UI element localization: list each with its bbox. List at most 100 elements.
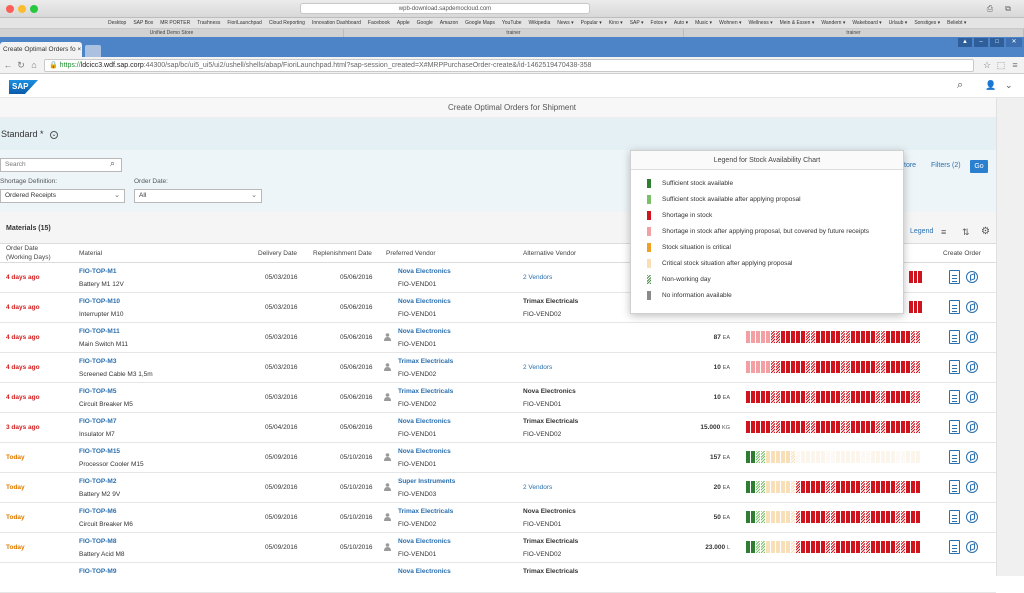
menu-icon[interactable]: ≡ xyxy=(1010,60,1020,71)
table-row[interactable]: Today FIO-TOP-M2 Battery M2 9V 05/09/2016 05… xyxy=(0,473,996,503)
preferred-vendor-link[interactable]: Nova Electronics xyxy=(398,418,451,425)
create-order-icon[interactable] xyxy=(949,450,960,464)
table-row[interactable]: 4 days ago FIO-TOP-M5 Circuit Breaker M5 05… xyxy=(0,383,996,413)
search-icon[interactable]: ⌕ xyxy=(110,158,115,169)
create-order-icon[interactable] xyxy=(949,330,960,344)
shortage-definition-select[interactable]: Ordered Receipts ⌄ xyxy=(0,189,125,203)
group-icon[interactable]: ⇅ xyxy=(962,227,970,238)
col-preferred-vendor[interactable]: Preferred Vendor xyxy=(386,250,436,257)
search-input[interactable]: Search xyxy=(0,158,122,172)
bookmark-item[interactable]: Wandern ▾ xyxy=(821,18,845,28)
table-row[interactable]: 3 days ago FIO-TOP-M7 Insulator M7 05/04/20… xyxy=(0,413,996,443)
variant-management[interactable]: Standard * ⌄ xyxy=(0,118,996,150)
tab-trainer-1[interactable]: trainer xyxy=(344,29,684,37)
bookmark-item[interactable]: Wohnen ▾ xyxy=(719,18,741,28)
bookmark-item[interactable]: Wellness ▾ xyxy=(749,18,773,28)
close-window-button[interactable] xyxy=(6,5,14,13)
bookmark-item[interactable]: Wakeboard ▾ xyxy=(852,18,881,28)
bookmark-item[interactable]: Google xyxy=(417,18,433,28)
bookmark-item[interactable]: Facebook xyxy=(368,18,390,28)
os-url-field[interactable]: wpb-download.sapdemocloud.com xyxy=(300,3,590,14)
create-order-icon[interactable] xyxy=(949,390,960,404)
bookmark-item[interactable]: Auto ▾ xyxy=(674,18,688,28)
minimize-window-button[interactable] xyxy=(18,5,26,13)
col-replenishment-date[interactable]: Replenishment Date xyxy=(313,250,372,257)
tab-create-optimal-orders[interactable]: Create Optimal Orders fo × xyxy=(0,42,82,57)
preferred-vendor-link[interactable]: Nova Electronics xyxy=(398,448,451,455)
material-id-link[interactable]: FIO-TOP-M2 xyxy=(79,478,116,485)
order-date-select[interactable]: All ⌄ xyxy=(134,189,262,203)
preferred-vendor-link[interactable]: Nova Electronics xyxy=(398,568,451,575)
chevron-down-icon[interactable]: ⌄ xyxy=(1005,80,1013,91)
create-proposal-icon[interactable] xyxy=(966,421,978,433)
alternative-vendors-link[interactable]: 2 Vendors xyxy=(523,364,552,371)
user-profile-icon[interactable]: ▲ xyxy=(958,38,972,47)
material-id-link[interactable]: FIO-TOP-M11 xyxy=(79,328,120,335)
create-order-icon[interactable] xyxy=(949,270,960,284)
create-proposal-icon[interactable] xyxy=(966,271,978,283)
variant-chevron-icon[interactable]: ⌄ xyxy=(50,130,59,139)
bookmark-item[interactable]: Google Maps xyxy=(465,18,495,28)
create-proposal-icon[interactable] xyxy=(966,451,978,463)
search-icon[interactable]: ⌕ xyxy=(957,79,963,92)
create-order-icon[interactable] xyxy=(949,300,960,314)
create-order-icon[interactable] xyxy=(949,510,960,524)
create-proposal-icon[interactable] xyxy=(966,391,978,403)
create-order-icon[interactable] xyxy=(949,420,960,434)
minimize-icon[interactable]: – xyxy=(974,38,988,47)
store-link[interactable]: tore xyxy=(904,162,916,169)
preferred-vendor-link[interactable]: Trimax Electricals xyxy=(398,508,453,515)
table-row[interactable]: Today FIO-TOP-M6 Circuit Breaker M6 05/09/2… xyxy=(0,503,996,533)
col-alternative-vendor[interactable]: Alternative Vendor xyxy=(523,250,576,257)
reload-icon[interactable]: ↻ xyxy=(16,60,26,71)
share-icon[interactable]: ⎙ xyxy=(984,3,996,14)
preferred-vendor-link[interactable]: Nova Electronics xyxy=(398,328,451,335)
bookmark-item[interactable]: Cloud Reporting xyxy=(269,18,305,28)
tab-trainer-2[interactable]: trainer xyxy=(684,29,1024,37)
alternative-vendors-link[interactable]: 2 Vendors xyxy=(523,484,552,491)
create-proposal-icon[interactable] xyxy=(966,361,978,373)
back-icon[interactable]: ← xyxy=(3,60,13,71)
bookmark-item[interactable]: News ▾ xyxy=(557,18,573,28)
tab-unified-demo-store[interactable]: Unified Demo Store xyxy=(0,29,344,37)
bookmark-item[interactable]: Beliebt ▾ xyxy=(947,18,966,28)
create-order-icon[interactable] xyxy=(949,480,960,494)
sap-logo[interactable]: SAP xyxy=(9,80,38,94)
col-delivery-date[interactable]: Delivery Date xyxy=(258,250,297,257)
sort-icon[interactable]: ≡ xyxy=(941,227,946,237)
table-row[interactable]: Today FIO-TOP-M8 Battery Acid M8 05/09/2016… xyxy=(0,533,996,563)
bookmark-item[interactable]: Innovation Dashboard xyxy=(312,18,361,28)
preferred-vendor-link[interactable]: Trimax Electricals xyxy=(398,358,453,365)
bookmark-item[interactable]: FioriLaunchpad xyxy=(227,18,261,28)
alternative-vendors-link[interactable]: 2 Vendors xyxy=(523,274,552,281)
close-icon[interactable]: ✕ xyxy=(1006,38,1022,47)
bookmark-item[interactable]: Desktop xyxy=(108,18,126,28)
table-row[interactable]: Today FIO-TOP-M15 Processor Cooler M15 05/0… xyxy=(0,443,996,473)
bookmark-item[interactable]: Sonstiges ▾ xyxy=(914,18,940,28)
new-tab-button[interactable] xyxy=(85,45,101,57)
extension-icon[interactable]: ⬚ xyxy=(996,60,1006,71)
preferred-vendor-link[interactable]: Super Instruments xyxy=(398,478,455,485)
preferred-vendor-link[interactable]: Trimax Electricals xyxy=(398,388,453,395)
create-proposal-icon[interactable] xyxy=(966,331,978,343)
bookmark-item[interactable]: Amazon xyxy=(440,18,458,28)
material-id-link[interactable]: FIO-TOP-M15 xyxy=(79,448,120,455)
create-order-icon[interactable] xyxy=(949,540,960,554)
bookmark-item[interactable]: Urlaub ▾ xyxy=(889,18,908,28)
user-icon[interactable]: 👤 xyxy=(985,80,996,91)
address-bar[interactable]: 🔒 https://ldcicc3.wdf.sap.corp:44300/sap… xyxy=(44,59,974,72)
gear-icon[interactable]: ⚙ xyxy=(981,226,990,237)
material-id-link[interactable]: FIO-TOP-M5 xyxy=(79,388,116,395)
go-button[interactable]: Go xyxy=(970,160,988,173)
material-id-link[interactable]: FIO-TOP-M9 xyxy=(79,568,116,575)
legend-link[interactable]: Legend xyxy=(910,228,933,235)
create-proposal-icon[interactable] xyxy=(966,511,978,523)
col-create-order[interactable]: Create Order xyxy=(943,250,981,257)
home-icon[interactable]: ⌂ xyxy=(29,60,39,71)
material-id-link[interactable]: FIO-TOP-M6 xyxy=(79,508,116,515)
create-proposal-icon[interactable] xyxy=(966,541,978,553)
bookmark-item[interactable]: Fotos ▾ xyxy=(651,18,667,28)
bookmark-item[interactable]: YouTube xyxy=(502,18,522,28)
bookmark-item[interactable]: Mein & Essen ▾ xyxy=(780,18,815,28)
create-proposal-icon[interactable] xyxy=(966,481,978,493)
